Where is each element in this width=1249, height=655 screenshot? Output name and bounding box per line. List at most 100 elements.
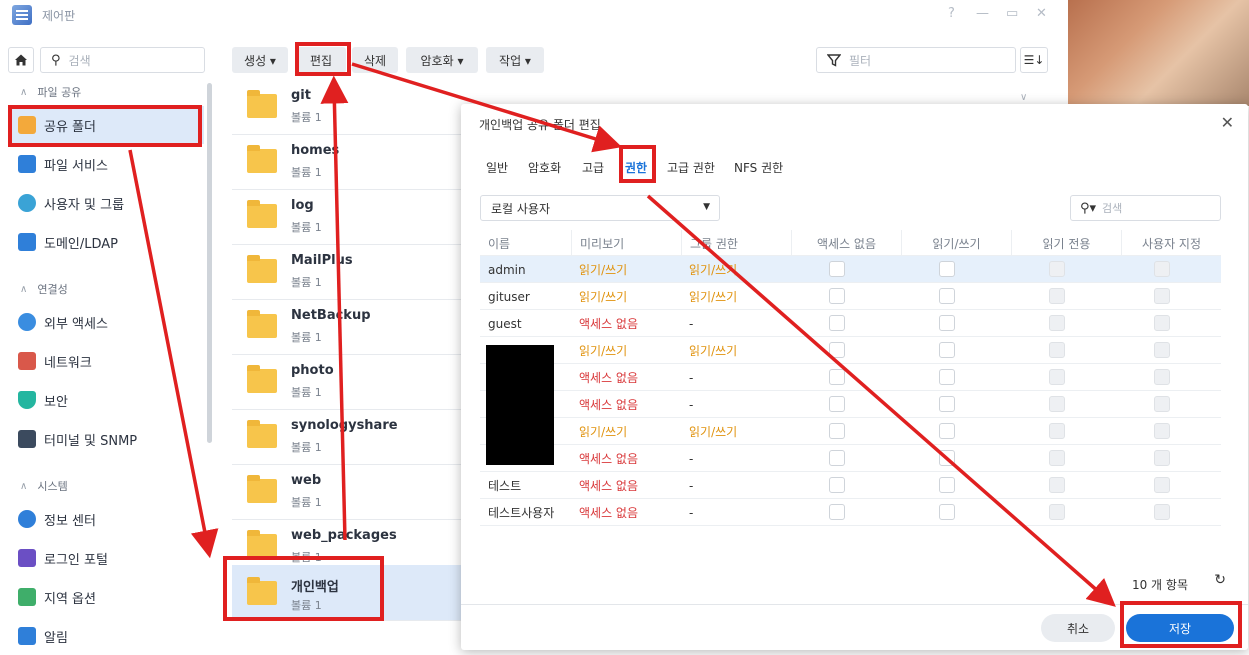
read-write-checkbox[interactable] — [939, 450, 955, 466]
no-access-checkbox[interactable] — [829, 477, 845, 493]
user-scope-select[interactable]: 로컬 사용자 ▼ — [480, 195, 720, 221]
sidebar-item-terminal-snmp[interactable]: 터미널 및 SNMP — [8, 420, 204, 458]
no-access-checkbox[interactable] — [829, 450, 845, 466]
no-access-checkbox[interactable] — [829, 423, 845, 439]
create-button[interactable]: 생성 ▾ — [232, 47, 288, 73]
read-write-checkbox[interactable] — [939, 315, 955, 331]
folder-icon — [247, 420, 277, 448]
table-row[interactable]: 액세스 없음 - — [480, 364, 1221, 391]
read-only-checkbox — [1049, 477, 1065, 493]
column-header[interactable]: 이름 — [488, 230, 510, 256]
background-photo — [1068, 0, 1249, 106]
sidebar-item-domain-ldap[interactable]: 도메인/LDAP — [8, 223, 204, 261]
table-row[interactable]: 읽기/쓰기 읽기/쓰기 — [480, 337, 1221, 364]
table-row[interactable]: gituser 읽기/쓰기 읽기/쓰기 — [480, 283, 1221, 310]
table-row[interactable]: 테스트 액세스 없음 - — [480, 472, 1221, 499]
section-connectivity[interactable]: ∧ 연결성 — [20, 281, 68, 297]
folder-icon — [247, 145, 277, 173]
sort-button[interactable]: ☰↓ — [1020, 47, 1048, 73]
table-row[interactable]: guest 액세스 없음 - — [480, 310, 1221, 337]
cancel-button[interactable]: 취소 — [1041, 614, 1115, 642]
read-write-checkbox[interactable] — [939, 342, 955, 358]
folder-icon — [247, 200, 277, 228]
sidebar-item-security[interactable]: 보안 — [8, 381, 204, 419]
read-write-checkbox[interactable] — [939, 261, 955, 277]
delete-button[interactable]: 삭제 — [352, 47, 398, 73]
group-permission: - — [689, 451, 694, 466]
home-button[interactable] — [8, 47, 34, 73]
table-row[interactable]: admin 읽기/쓰기 읽기/쓰기 — [480, 256, 1221, 283]
sidebar-item-file-services[interactable]: 파일 서비스 — [8, 145, 204, 183]
sidebar-scrollbar[interactable] — [207, 83, 212, 443]
tab-general[interactable]: 일반 — [486, 159, 508, 176]
action-button[interactable]: 작업 ▾ — [486, 47, 544, 73]
highlight-box-permissions-tab — [619, 145, 656, 183]
region-icon — [18, 588, 36, 606]
group-permission: - — [689, 370, 694, 385]
no-access-checkbox[interactable] — [829, 261, 845, 277]
chevron-down-icon[interactable]: ∨ — [1020, 92, 1027, 103]
no-access-checkbox[interactable] — [829, 369, 845, 385]
window-titlebar: 제어판 ? — ▭ ✕ — [0, 0, 1068, 30]
column-header[interactable]: 액세스 없음 — [791, 230, 901, 256]
maximize-icon[interactable]: ▭ — [1006, 6, 1018, 21]
read-write-checkbox[interactable] — [939, 504, 955, 520]
dialog-search-input[interactable]: ⚲▾ 검색 — [1070, 195, 1221, 221]
encryption-button[interactable]: 암호화 ▾ — [406, 47, 478, 73]
sidebar-item-info-center[interactable]: 정보 센터 — [8, 500, 204, 538]
user-name: 테스트사용자 — [488, 506, 555, 520]
minimize-icon[interactable]: — — [976, 6, 989, 21]
close-icon[interactable]: ✕ — [1221, 113, 1234, 132]
group-permission: 읽기/쓰기 — [689, 344, 738, 358]
no-access-checkbox[interactable] — [829, 315, 845, 331]
column-header[interactable]: 사용자 지정 — [1121, 230, 1221, 256]
custom-checkbox — [1154, 450, 1170, 466]
section-system[interactable]: ∧ 시스템 — [20, 478, 68, 494]
sidebar-search-input[interactable]: ⚲ 검색 — [40, 47, 205, 73]
read-write-checkbox[interactable] — [939, 396, 955, 412]
refresh-icon[interactable]: ↻ — [1214, 572, 1226, 588]
redacted-names — [486, 345, 554, 465]
search-icon: ⚲▾ — [1080, 200, 1097, 216]
column-header[interactable]: 그룹 권한 — [681, 230, 791, 256]
column-header[interactable]: 읽기/쓰기 — [901, 230, 1011, 256]
read-only-checkbox — [1049, 396, 1065, 412]
group-permission: 읽기/쓰기 — [689, 425, 738, 439]
read-write-checkbox[interactable] — [939, 477, 955, 493]
read-only-checkbox — [1049, 504, 1065, 520]
table-row[interactable]: 읽기/쓰기 읽기/쓰기 — [480, 418, 1221, 445]
sidebar-item-login-portal[interactable]: 로그인 포털 — [8, 539, 204, 577]
no-access-checkbox[interactable] — [829, 504, 845, 520]
tab-advanced[interactable]: 고급 — [582, 159, 604, 176]
read-write-checkbox[interactable] — [939, 288, 955, 304]
no-access-checkbox[interactable] — [829, 342, 845, 358]
read-write-checkbox[interactable] — [939, 369, 955, 385]
close-icon[interactable]: ✕ — [1036, 6, 1047, 21]
sidebar-item-regional-options[interactable]: 지역 옵션 — [8, 578, 204, 616]
section-file-sharing[interactable]: ∧ 파일 공유 — [20, 84, 81, 100]
custom-checkbox — [1154, 342, 1170, 358]
read-write-checkbox[interactable] — [939, 423, 955, 439]
no-access-checkbox[interactable] — [829, 396, 845, 412]
filter-input[interactable]: 필터 — [816, 47, 1016, 73]
table-row[interactable]: 테스트사용자 액세스 없음 - — [480, 499, 1221, 526]
group-permission: - — [689, 478, 694, 493]
column-header[interactable]: 읽기 전용 — [1011, 230, 1121, 256]
table-row[interactable]: 액세스 없음 - — [480, 445, 1221, 472]
network-icon — [18, 352, 36, 370]
column-header[interactable]: 미리보기 — [571, 230, 681, 256]
sidebar-item-external-access[interactable]: 외부 액세스 — [8, 303, 204, 341]
user-name: guest — [488, 316, 522, 331]
folder-icon — [247, 475, 277, 503]
table-row[interactable]: 액세스 없음 - — [480, 391, 1221, 418]
sidebar-item-users-groups[interactable]: 사용자 및 그룹 — [8, 184, 204, 222]
tab-encryption[interactable]: 암호화 — [528, 159, 561, 176]
read-only-checkbox — [1049, 423, 1065, 439]
tab-nfs-permissions[interactable]: NFS 권한 — [734, 159, 783, 176]
tab-advanced-permissions[interactable]: 고급 권한 — [667, 159, 715, 176]
highlight-box-shared-folder — [8, 105, 202, 147]
help-icon[interactable]: ? — [948, 6, 955, 21]
sidebar-item-network[interactable]: 네트워크 — [8, 342, 204, 380]
sidebar-item-notification[interactable]: 알림 — [8, 617, 204, 655]
no-access-checkbox[interactable] — [829, 288, 845, 304]
